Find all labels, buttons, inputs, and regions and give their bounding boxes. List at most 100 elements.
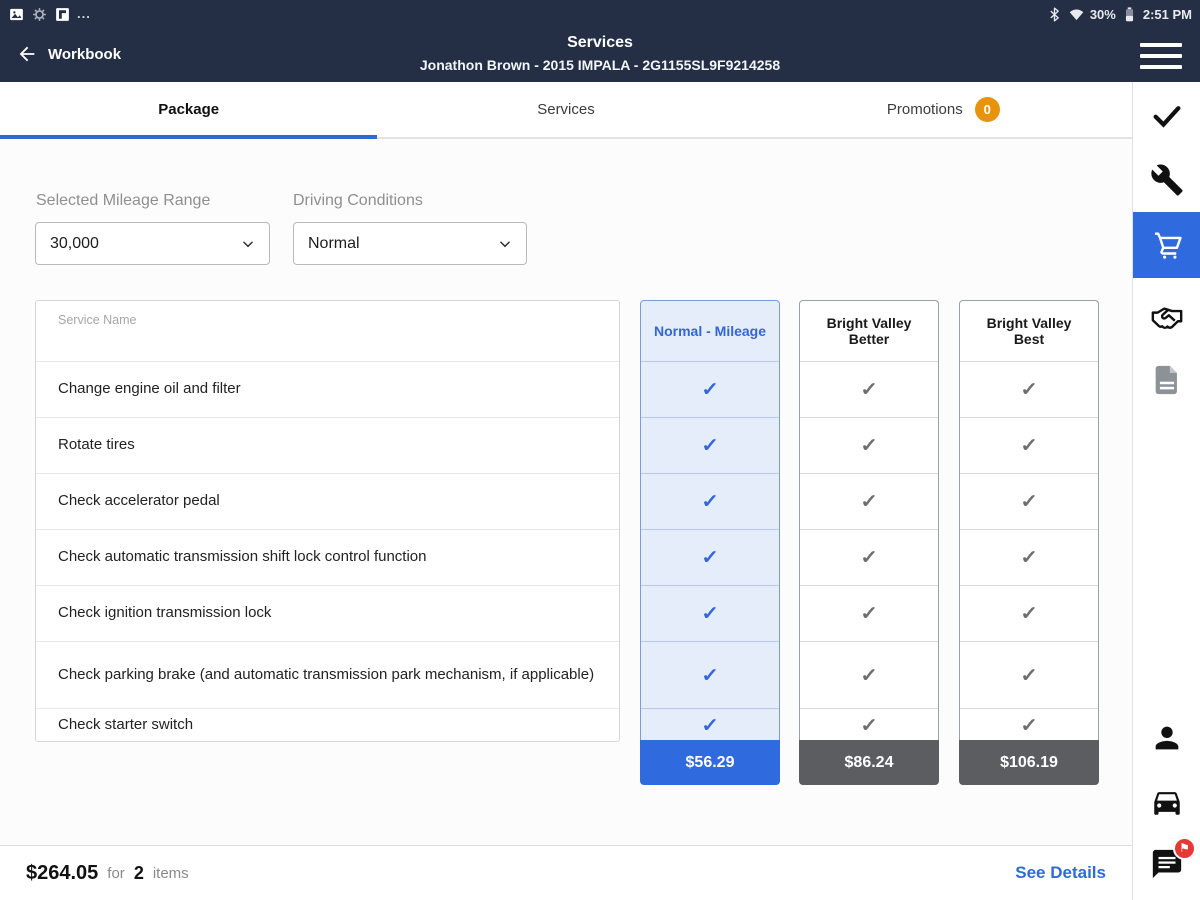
menu-button[interactable] — [1140, 43, 1182, 69]
battery-percent: 30% — [1089, 6, 1116, 22]
clock: 2:51 PM — [1142, 6, 1192, 22]
screenshot-icon — [10, 8, 23, 20]
check-icon: ✓ — [1020, 491, 1038, 512]
check-icon: ✓ — [701, 714, 719, 736]
gear-notification-icon — [33, 7, 46, 21]
check-cell[interactable]: ✓ — [800, 708, 938, 741]
check-icon: ✓ — [860, 603, 878, 624]
check-icon: ✓ — [701, 379, 719, 400]
tab-services[interactable]: Services — [377, 82, 754, 137]
package-column-header[interactable]: Normal - Mileage — [641, 301, 779, 361]
tab-package[interactable]: Package — [0, 82, 378, 139]
document-icon — [1155, 365, 1177, 395]
customer-vehicle-subtitle: Jonathon Brown - 2015 IMPALA - 2G1155SL9… — [419, 57, 781, 73]
check-cell[interactable]: ✓ — [960, 529, 1098, 585]
check-cell[interactable]: ✓ — [800, 417, 938, 473]
driving-conditions-value: Normal — [308, 234, 360, 252]
page-title: Services — [567, 34, 633, 51]
check-cell[interactable]: ✓ — [641, 708, 779, 741]
check-cell[interactable]: ✓ — [641, 641, 779, 708]
check-cell[interactable]: ✓ — [641, 529, 779, 585]
check-cell[interactable]: ✓ — [800, 529, 938, 585]
check-icon: ✓ — [860, 664, 878, 686]
mileage-range-label: Selected Mileage Range — [36, 192, 211, 209]
check-cell[interactable]: ✓ — [800, 361, 938, 417]
check-cell[interactable]: ✓ — [641, 473, 779, 529]
service-row: Check parking brake (and automatic trans… — [36, 641, 619, 708]
service-row: Check ignition transmission lock — [36, 585, 619, 641]
check-icon: ✓ — [860, 714, 878, 736]
car-icon — [1154, 792, 1180, 815]
inspection-check-button[interactable] — [1133, 90, 1200, 142]
item-count: 2 — [133, 862, 144, 883]
message-alert-badge: ⚑ — [1173, 836, 1196, 860]
check-cell[interactable]: ✓ — [800, 641, 938, 708]
driving-conditions-select[interactable]: Normal — [293, 222, 527, 265]
check-icon: ✓ — [860, 435, 878, 456]
cart-button-active[interactable] — [1133, 212, 1200, 278]
more-notifications-icon: ... — [77, 6, 91, 21]
package-price-better[interactable]: $86.24 — [799, 740, 939, 785]
check-cell[interactable]: ✓ — [960, 641, 1098, 708]
mileage-range-select[interactable]: 30,000 — [35, 222, 270, 265]
service-label: Check parking brake (and automatic trans… — [58, 665, 595, 683]
wifi-icon — [1069, 9, 1084, 20]
check-cell[interactable]: ✓ — [641, 417, 779, 473]
check-cell[interactable]: ✓ — [641, 585, 779, 641]
tab-promotions-label: Promotions — [886, 101, 963, 118]
check-cell[interactable]: ✓ — [800, 585, 938, 641]
package-column-normal-mileage: Normal - Mileage ✓ ✓ ✓ ✓ ✓ ✓ ✓ — [640, 300, 780, 742]
vehicle-button[interactable] — [1133, 776, 1200, 828]
back-label: Workbook — [48, 45, 122, 63]
check-icon — [1153, 106, 1181, 128]
service-label: Change engine oil and filter — [58, 380, 241, 398]
check-cell[interactable]: ✓ — [641, 361, 779, 417]
messages-button[interactable]: ⚑ — [1133, 836, 1200, 892]
tab-package-label: Package — [158, 101, 220, 118]
see-details-link[interactable]: See Details — [1015, 863, 1106, 883]
service-name-table: Service Name Change engine oil and filte… — [35, 300, 620, 742]
check-cell[interactable]: ✓ — [960, 585, 1098, 641]
check-cell[interactable]: ✓ — [960, 417, 1098, 473]
check-icon: ✓ — [860, 547, 878, 568]
customer-profile-button[interactable] — [1133, 712, 1200, 764]
arrow-left-icon — [19, 46, 35, 62]
check-icon: ✓ — [1020, 603, 1038, 624]
service-row: Check starter switch — [36, 708, 619, 741]
check-icon: ✓ — [1020, 435, 1038, 456]
check-cell[interactable]: ✓ — [960, 708, 1098, 741]
check-cell[interactable]: ✓ — [960, 473, 1098, 529]
flag-icon: ⚑ — [1179, 841, 1190, 855]
chevron-down-icon — [243, 240, 253, 247]
check-icon: ✓ — [701, 491, 719, 512]
check-icon: ✓ — [701, 603, 719, 624]
services-screen: ... 30% 2:51 PM Workbook Services Jonath… — [0, 0, 1200, 900]
battery-icon — [1125, 6, 1133, 21]
driving-conditions-label: Driving Conditions — [293, 192, 423, 209]
package-price-normal-mileage[interactable]: $56.29 — [640, 740, 780, 785]
tab-services-label: Services — [537, 101, 595, 118]
right-toolbar: ⚑ — [1132, 82, 1200, 900]
check-cell[interactable]: ✓ — [960, 361, 1098, 417]
bluetooth-icon — [1050, 6, 1059, 22]
package-column-header[interactable]: Bright Valley Better — [800, 301, 938, 361]
deal-handshake-button[interactable] — [1133, 292, 1200, 344]
check-icon: ✓ — [701, 435, 719, 456]
summary-bar: $264.05 for 2 items See Details — [0, 845, 1132, 900]
package-column-better: Bright Valley Better ✓ ✓ ✓ ✓ ✓ ✓ ✓ — [799, 300, 939, 741]
services-wrench-button[interactable] — [1133, 154, 1200, 206]
mileage-range-value: 30,000 — [50, 234, 99, 252]
check-cell[interactable]: ✓ — [800, 473, 938, 529]
service-label: Check accelerator pedal — [58, 492, 220, 510]
back-button[interactable]: Workbook — [16, 43, 121, 65]
check-icon: ✓ — [1020, 664, 1038, 686]
package-price-best[interactable]: $106.19 — [959, 740, 1099, 785]
chevron-down-icon — [500, 240, 510, 247]
service-row: Change engine oil and filter — [36, 361, 619, 417]
document-button[interactable] — [1133, 354, 1200, 406]
tab-promotions[interactable]: Promotions 0 — [755, 82, 1132, 137]
tab-bar: Package Services Promotions 0 — [0, 82, 1132, 139]
check-icon: ✓ — [701, 547, 719, 568]
package-column-header[interactable]: Bright Valley Best — [960, 301, 1098, 361]
items-label: items — [152, 864, 189, 882]
